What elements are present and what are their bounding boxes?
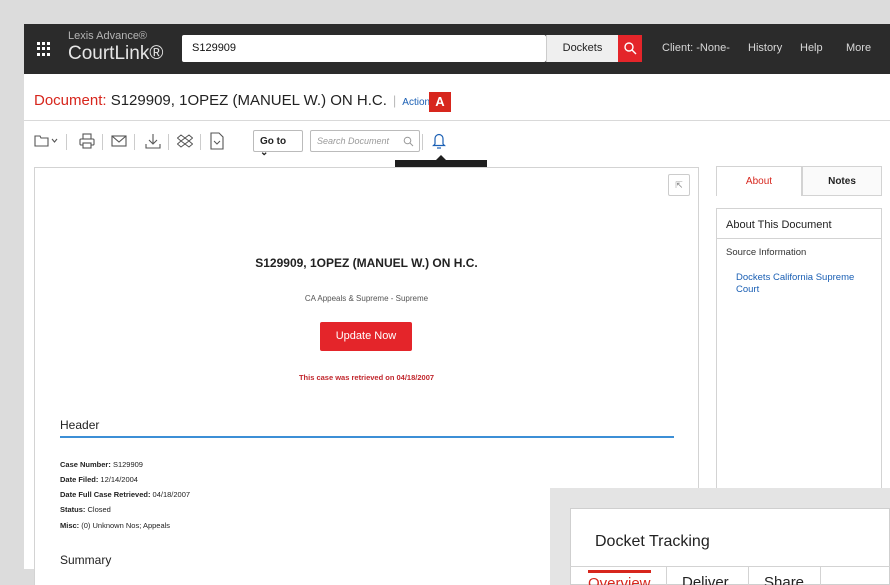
tab-deliver[interactable]: Deliver	[682, 574, 729, 585]
document-page-icon[interactable]	[210, 132, 224, 150]
brand-line-2: CourtLink®	[68, 43, 164, 64]
search-document-input[interactable]: Search Document	[310, 130, 420, 152]
document-title: S129909, 1OPEZ (MANUEL W.) ON H.C.	[106, 92, 387, 109]
source-info-label: Source Information	[726, 247, 807, 258]
download-icon[interactable]	[145, 133, 161, 149]
section-heading-summary: Summary	[60, 553, 112, 567]
toolbar-divider	[66, 134, 67, 150]
toolbar-divider	[200, 134, 201, 150]
dropbox-icon[interactable]	[177, 133, 193, 149]
date-filed-field: Date Filed: 12/14/2004	[60, 475, 138, 484]
search-input[interactable]: S129909	[182, 35, 546, 62]
court-name: CA Appeals & Supreme - Supreme	[304, 294, 429, 303]
divider	[24, 120, 890, 121]
more-menu[interactable]: More	[846, 42, 871, 54]
search-button[interactable]	[618, 35, 642, 62]
apps-grid-icon[interactable]	[34, 39, 54, 59]
about-heading: About This Document	[726, 219, 832, 231]
retrieved-date: This case was retrieved on 04/18/2007	[298, 373, 435, 382]
tab-divider	[748, 567, 749, 585]
date-retrieved-field: Date Full Case Retrieved: 04/18/2007	[60, 490, 191, 499]
callout-badge: A	[429, 92, 451, 112]
chevron-down-icon: ⌄	[260, 147, 269, 158]
panel-divider	[570, 566, 890, 567]
search-scope-dropdown[interactable]: Dockets	[546, 35, 618, 62]
tab-divider	[820, 567, 821, 585]
toolbar-divider	[134, 134, 135, 150]
folder-icon[interactable]	[34, 134, 58, 148]
tab-about[interactable]: About	[716, 166, 802, 196]
top-bar: Lexis Advance® CourtLink® S129909 Docket…	[24, 24, 890, 74]
status-field: Status: Closed	[60, 505, 111, 514]
case-number-field: Case Number: S129909	[60, 460, 143, 469]
client-menu[interactable]: Client: -None-	[662, 42, 730, 54]
source-link[interactable]: Dockets California Supreme Court	[736, 272, 876, 296]
section-divider	[60, 436, 674, 438]
bell-icon[interactable]	[432, 132, 446, 150]
tab-share[interactable]: Share	[764, 574, 804, 585]
print-icon[interactable]	[79, 133, 95, 149]
docket-tracking-title: Docket Tracking	[595, 533, 710, 550]
search-icon	[403, 136, 414, 147]
panel-divider	[716, 238, 882, 239]
tab-overview[interactable]: Overview	[588, 570, 651, 585]
update-now-button[interactable]: Update Now	[320, 322, 412, 351]
product-logo[interactable]: Lexis Advance® CourtLink®	[68, 30, 163, 65]
toolbar-divider	[102, 134, 103, 150]
misc-field: Misc: (0) Unknown Nos; Appeals	[60, 521, 171, 530]
search-icon	[624, 42, 637, 55]
tab-divider	[666, 567, 667, 585]
help-link[interactable]: Help	[800, 42, 823, 54]
tab-notes[interactable]: Notes	[802, 166, 882, 196]
section-heading-header: Header	[60, 418, 100, 432]
email-icon[interactable]	[111, 135, 127, 147]
goto-dropdown[interactable]: Go to ⌄	[253, 130, 303, 158]
toolbar-divider	[168, 134, 169, 150]
brand-line-1: Lexis Advance®	[68, 30, 148, 42]
history-link[interactable]: History	[748, 42, 782, 54]
page-title: Document: S129909, 1OPEZ (MANUEL W.) ON …	[34, 92, 446, 109]
expand-icon[interactable]: ⇱	[668, 174, 690, 196]
document-label: Document:	[34, 92, 107, 109]
toolbar-divider	[422, 134, 423, 150]
case-title: S129909, 1OPEZ (MANUEL W.) ON H.C.	[255, 256, 478, 270]
